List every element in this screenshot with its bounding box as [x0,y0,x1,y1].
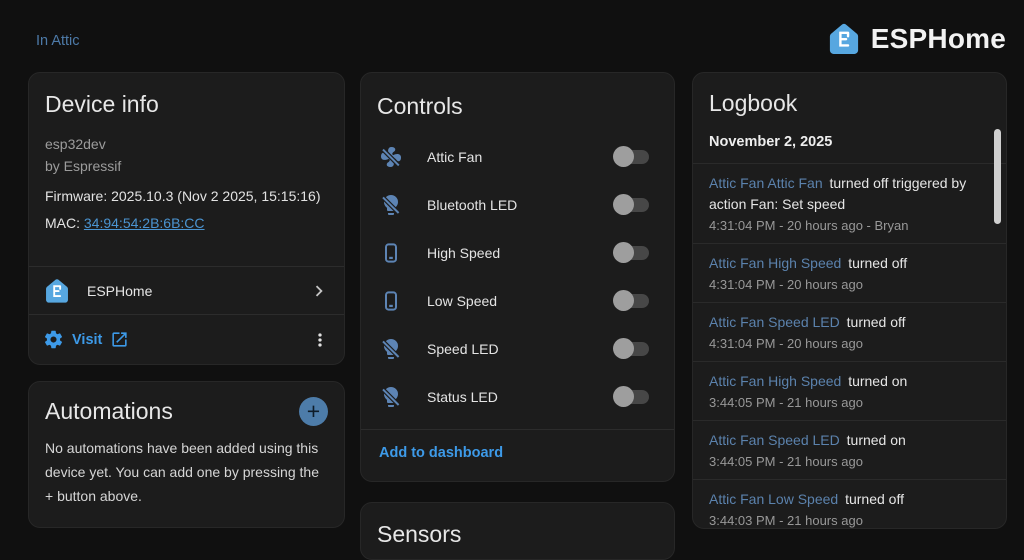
device-info-card: Device info esp32dev by Espressif Firmwa… [28,72,345,365]
logbook-timestamp: 3:44:05 PM - 21 hours ago [709,395,990,410]
sensors-title: Sensors [361,503,674,548]
toggle-status-led[interactable] [615,390,649,404]
logbook-timestamp: 3:44:05 PM - 21 hours ago [709,454,990,469]
device-info-title: Device info [29,73,344,118]
chevron-right-icon [308,280,330,302]
logbook-entity-link[interactable]: Attic Fan High Speed [709,255,841,271]
automations-card: Automations + No automations have been a… [28,381,345,528]
device-model: esp32dev [45,133,328,155]
logbook-message: turned on [847,432,906,448]
logbook-entry: Attic Fan Speed LED turned on 3:44:05 PM… [693,420,1006,479]
control-row-high-speed: High Speed [361,229,674,277]
device-actions-row: Visit [29,314,344,364]
logbook-message: turned off [845,491,904,507]
logbook-message: turned off [848,255,907,271]
lightbulb-off-icon [379,193,403,217]
mac-label: MAC: [45,215,80,231]
device-firmware: Firmware: 2025.10.3 (Nov 2 2025, 15:15:1… [29,188,344,204]
toggle-low-speed[interactable] [615,294,649,308]
toggle-bluetooth-led[interactable] [615,198,649,212]
control-label: Low Speed [427,293,497,309]
device-page: In Attic ESPHome Device info esp32dev by… [0,0,1024,540]
brand-title: ESPHome [871,23,1006,55]
logbook-message: turned off [847,314,906,330]
toggle-high-speed[interactable] [615,246,649,260]
controls-title: Controls [361,73,674,120]
control-row-low-speed: Low Speed [361,277,674,325]
add-automation-button[interactable]: + [299,397,328,426]
integration-row-esphome[interactable]: ESPHome [29,266,344,314]
sensors-card: Sensors [360,502,675,560]
gear-icon[interactable] [43,329,64,350]
logbook-card: Logbook November 2, 2025 Attic Fan Attic… [692,72,1007,529]
logbook-entity-link[interactable]: Attic Fan High Speed [709,373,841,389]
logbook-entity-link[interactable]: Attic Fan Low Speed [709,491,838,507]
logbook-entry: Attic Fan High Speed turned on 3:44:05 P… [693,361,1006,420]
controls-card: Controls Attic Fan [360,72,675,482]
mac-link[interactable]: 34:94:54:2B:6B:CC [84,215,205,231]
control-label: Status LED [427,389,498,405]
kebab-menu-icon[interactable] [310,330,330,350]
logbook-scrollbar[interactable] [994,129,1001,224]
logbook-timestamp: 3:44:03 PM - 21 hours ago [709,513,990,528]
logbook-timestamp: 4:31:04 PM - 20 hours ago - Bryan [709,218,990,233]
toggle-attic-fan[interactable] [615,150,649,164]
switch-icon [379,241,403,265]
logbook-entity-link[interactable]: Attic Fan Speed LED [709,432,840,448]
control-row-attic-fan: Attic Fan [361,133,674,181]
control-row-bluetooth-led: Bluetooth LED [361,181,674,229]
breadcrumb[interactable]: In Attic [36,33,80,49]
logbook-entity-link[interactable]: Attic Fan Speed LED [709,314,840,330]
fan-off-icon [379,145,403,169]
toggle-speed-led[interactable] [615,342,649,356]
control-row-speed-led: Speed LED [361,325,674,373]
logbook-title: Logbook [693,73,1006,117]
device-mac: MAC: 34:94:54:2B:6B:CC [29,215,344,231]
control-label: Bluetooth LED [427,197,517,213]
esphome-brand: ESPHome [826,21,1006,57]
logbook-entry: Attic Fan Low Speed turned off 3:44:03 P… [693,479,1006,529]
logbook-timestamp: 4:31:04 PM - 20 hours ago [709,277,990,292]
visit-link[interactable]: Visit [72,332,102,348]
esphome-logo-icon [43,277,71,305]
open-in-new-icon[interactable] [110,330,129,349]
automations-title: Automations [45,398,173,425]
logbook-date-header: November 2, 2025 [693,117,1006,163]
esphome-logo-icon [826,21,862,57]
logbook-timestamp: 4:31:04 PM - 20 hours ago [709,336,990,351]
device-manufacturer: by Espressif [45,155,328,177]
logbook-entry: Attic Fan Speed LED turned off 4:31:04 P… [693,302,1006,361]
logbook-entry: Attic Fan High Speed turned off 4:31:04 … [693,243,1006,302]
integration-label: ESPHome [87,283,152,299]
lightbulb-off-icon [379,385,403,409]
logbook-entity-link[interactable]: Attic Fan Attic Fan [709,175,823,191]
switch-icon [379,289,403,313]
automations-empty-text: No automations have been added using thi… [29,426,344,508]
control-label: Speed LED [427,341,499,357]
control-row-status-led: Status LED [361,373,674,421]
add-to-dashboard-link[interactable]: Add to dashboard [361,429,674,476]
lightbulb-off-icon [379,337,403,361]
logbook-entry: Attic Fan Attic Fan turned off triggered… [693,163,1006,243]
control-label: High Speed [427,245,500,261]
logbook-message: turned on [848,373,907,389]
control-label: Attic Fan [427,149,482,165]
